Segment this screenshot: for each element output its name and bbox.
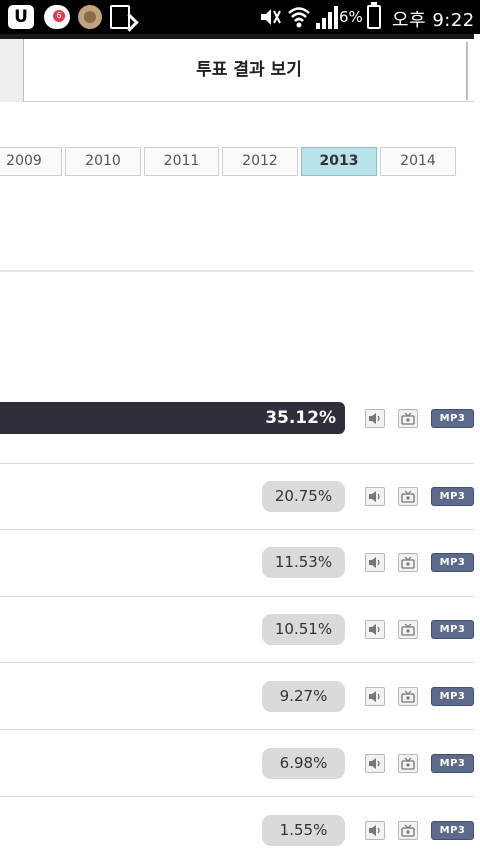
play-sound-button[interactable] <box>365 553 385 572</box>
signal-icon <box>316 5 338 29</box>
mp3-button[interactable]: MP3 <box>431 553 474 572</box>
result-percent: 10.51% <box>262 614 345 645</box>
status-bar: U 6 6% 오후 9:22 <box>0 0 480 34</box>
tv-icon <box>401 757 415 770</box>
tv-icon <box>401 623 415 636</box>
play-sound-button[interactable] <box>365 821 385 840</box>
mp3-button[interactable]: MP3 <box>431 487 474 506</box>
row-divider <box>0 729 474 730</box>
play-video-button[interactable] <box>398 687 418 706</box>
mp3-button[interactable]: MP3 <box>431 687 474 706</box>
file-share-icon <box>110 5 130 29</box>
tv-icon <box>401 690 415 703</box>
play-video-button[interactable] <box>398 487 418 506</box>
kitty-notification-icon: 6 <box>44 5 70 29</box>
result-bar-top: 35.12% <box>0 402 345 434</box>
speaker-icon <box>369 413 380 424</box>
app-u-icon: U <box>8 5 34 29</box>
tv-icon <box>401 412 415 425</box>
row-divider <box>0 529 474 530</box>
mp3-button[interactable]: MP3 <box>431 754 474 773</box>
notification-badge: 6 <box>53 10 65 22</box>
page-title: 투표 결과 보기 <box>196 60 302 80</box>
tab-year-2012[interactable]: 2012 <box>222 147 298 176</box>
tv-icon <box>401 824 415 837</box>
play-sound-button[interactable] <box>365 620 385 639</box>
play-video-button[interactable] <box>398 553 418 572</box>
speaker-icon <box>369 758 380 769</box>
row-divider <box>0 662 474 663</box>
result-percent: 6.98% <box>262 748 345 779</box>
tab-year-2011[interactable]: 2011 <box>144 147 219 176</box>
tab-year-2014[interactable]: 2014 <box>380 147 456 176</box>
play-sound-button[interactable] <box>365 409 385 428</box>
speaker-icon <box>369 557 380 568</box>
play-video-button[interactable] <box>398 754 418 773</box>
tv-icon <box>401 490 415 503</box>
row-divider <box>0 796 474 797</box>
section-divider <box>0 270 474 272</box>
battery-icon <box>367 2 381 29</box>
speaker-icon <box>369 624 380 635</box>
play-sound-button[interactable] <box>365 687 385 706</box>
row-divider <box>0 596 474 597</box>
play-video-button[interactable] <box>398 620 418 639</box>
wifi-icon <box>288 5 310 29</box>
rose-icon <box>78 5 102 29</box>
mp3-button[interactable]: MP3 <box>431 409 474 428</box>
play-sound-button[interactable] <box>365 487 385 506</box>
result-percent: 20.75% <box>262 481 345 512</box>
mp3-button[interactable]: MP3 <box>431 620 474 639</box>
result-percent: 9.27% <box>262 681 345 712</box>
speaker-icon <box>369 491 380 502</box>
row-divider <box>0 463 474 464</box>
tab-year-2010[interactable]: 2010 <box>65 147 141 176</box>
scrollbar[interactable] <box>466 42 468 100</box>
speaker-icon <box>369 825 380 836</box>
back-tab[interactable] <box>0 39 24 102</box>
mp3-button[interactable]: MP3 <box>431 821 474 840</box>
play-video-button[interactable] <box>398 821 418 840</box>
tv-icon <box>401 556 415 569</box>
tab-year-2013[interactable]: 2013 <box>301 147 377 176</box>
speaker-icon <box>369 691 380 702</box>
play-video-button[interactable] <box>398 409 418 428</box>
result-percent: 1.55% <box>262 815 345 846</box>
play-sound-button[interactable] <box>365 754 385 773</box>
page-header: 투표 결과 보기 <box>0 39 474 102</box>
mute-icon <box>258 5 282 29</box>
clock: 오후 9:22 <box>392 10 475 31</box>
result-percent: 35.12% <box>265 408 336 428</box>
tab-year-2009[interactable]: 2009 <box>0 147 62 176</box>
battery-percent: 6% <box>339 8 363 26</box>
result-percent: 11.53% <box>262 547 345 578</box>
